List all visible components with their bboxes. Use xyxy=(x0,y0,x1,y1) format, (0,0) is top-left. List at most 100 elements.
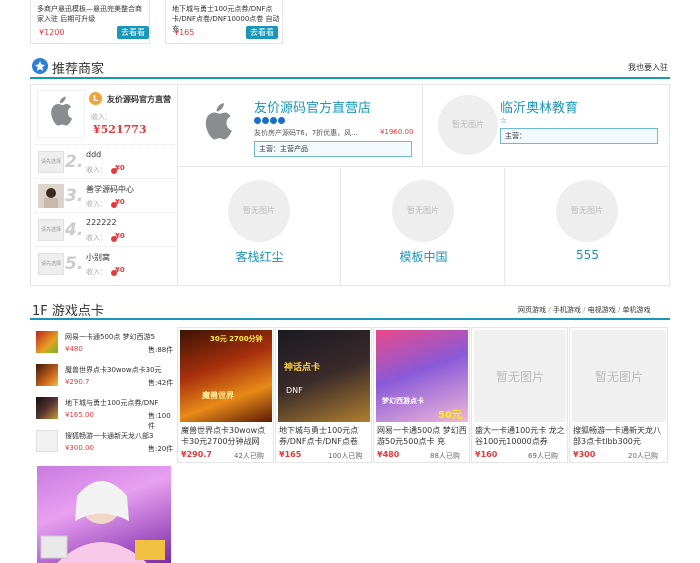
item-price: ¥300.00 xyxy=(65,444,94,452)
shop-income: ¥0 xyxy=(115,164,125,172)
apple-logo xyxy=(205,103,232,140)
rating-stars xyxy=(254,117,286,127)
shop-card[interactable]: 暂无图片 模板中国 xyxy=(342,168,505,285)
top-card-price: ¥1200 xyxy=(39,28,65,37)
shop-name: 善学源码中心 xyxy=(86,185,134,194)
rank-number: 5. xyxy=(65,254,84,274)
item-thumb xyxy=(36,331,58,353)
list-item[interactable]: 3. 善学源码中心 收入： ¥0 xyxy=(35,178,175,212)
product-image: 梦幻西游点卡 50元 xyxy=(376,330,468,422)
product-buyers: 100人已购 xyxy=(328,452,363,460)
linyi-shop[interactable]: 暂无图片 临沂奥林教育 ☆ 主营： xyxy=(424,85,669,167)
view-button[interactable]: 去看看 xyxy=(246,26,278,39)
floor-list: 网易一卡通500点 梦幻西游5 ¥480 售:88件 魔兽世界点卡30wow点卡… xyxy=(32,326,174,458)
link-pc-games[interactable]: 单机游戏 xyxy=(622,306,650,314)
list-item[interactable]: 网易一卡通500点 梦幻西游5 ¥480 售:88件 xyxy=(32,326,174,359)
income-label: 收入： xyxy=(86,200,107,208)
rank-number: 4. xyxy=(65,220,84,240)
list-item[interactable]: 请先选择 4. 222222 收入： ¥0 xyxy=(35,212,175,246)
shop-name[interactable]: 555 xyxy=(506,248,669,262)
product-image: 神话点卡 DNF xyxy=(278,330,370,422)
product-price: ¥165 xyxy=(279,450,302,459)
featured-price: ¥1960.00 xyxy=(380,128,414,136)
product-image-caption: 30元 2700分钟 xyxy=(210,335,263,343)
product-card[interactable]: 梦幻西游点卡 50元 网易一卡通500点 梦幻西游50元500点卡 充 ¥480… xyxy=(373,327,470,463)
top-card-1[interactable]: 多商户悬迅模板—悬迅完美整合商家入驻 后期可升级 ¥1200 去看看 xyxy=(30,0,150,44)
shop-income: ¥0 xyxy=(115,266,125,274)
featured-main: 主营：主营产品 xyxy=(254,141,412,157)
recommend-icon xyxy=(32,58,48,74)
floor-divider xyxy=(30,318,670,320)
product-price: ¥290.7 xyxy=(181,450,212,459)
product-title: 魔兽世界点卡30wow点卡30元2700分钟战网 xyxy=(181,426,266,446)
shop-nophoto: 暂无图片 xyxy=(556,180,618,242)
item-thumb xyxy=(36,430,58,452)
product-title: 网易一卡通500点 梦幻西游50元500点卡 充 xyxy=(377,426,467,446)
recommend-title: 推荐商家 xyxy=(52,62,105,77)
income-label: 收入： xyxy=(86,166,107,174)
list-item[interactable]: 请先选择 5. 小别窝 收入： ¥0 xyxy=(35,246,175,280)
featured-shop[interactable]: 友价源码官方直营店 友价房产源码T6，7折优惠，风... ¥1960.00 主营… xyxy=(178,85,423,167)
join-link[interactable]: 我也要入驻 xyxy=(628,62,668,73)
top-shop-name: 友价源码官方直营 xyxy=(107,95,171,104)
item-thumb xyxy=(36,364,58,386)
rank-number: 3. xyxy=(65,186,84,206)
link-tv-games[interactable]: 电视游戏 xyxy=(588,306,616,314)
shop-card[interactable]: 暂无图片 555 xyxy=(506,168,669,285)
linyi-main: 主营： xyxy=(500,128,658,144)
income-label: 收入： xyxy=(86,268,107,276)
shop-name: 小别窝 xyxy=(86,253,110,262)
product-buyers: 42人已购 xyxy=(234,452,264,460)
product-buyers: 69人已购 xyxy=(528,452,558,460)
top-card-price: ¥165 xyxy=(174,28,195,37)
shop-nophoto: 暂无图片 xyxy=(392,180,454,242)
shop-card[interactable]: 暂无图片 客栈红尘 xyxy=(178,168,341,285)
top-shop-income: ¥521773 xyxy=(93,123,147,136)
link-mobile-games[interactable]: 手机游戏 xyxy=(553,306,581,314)
shop-logo: 请先选择 xyxy=(38,219,64,241)
product-title: 地下城与勇士100元点券/DNF点卡/DNF点卷 xyxy=(279,426,359,446)
item-price: ¥290.7 xyxy=(65,378,90,386)
featured-desc: 友价房产源码T6，7折优惠，风... xyxy=(254,129,358,137)
shop-photo xyxy=(38,184,64,208)
product-image-caption: 50元 xyxy=(438,410,462,421)
floor-title: 1F 游戏点卡 xyxy=(32,304,104,319)
top-card-2[interactable]: 地下城与勇士100元点券/DNF点卡/DNF点卷/DNF10000点卷 自动充 … xyxy=(165,0,283,44)
product-image-text: 神话点卡 xyxy=(284,363,321,373)
shop-name[interactable]: 客栈红尘 xyxy=(178,248,341,265)
product-card[interactable]: 暂无图片 盛大一卡通100元卡 龙之谷100元10000点券 ¥160 69人已… xyxy=(471,327,568,463)
product-card[interactable]: 暂无图片 搜狐畅游一卡通新天龙八部3点卡tlbb300元 ¥300 20人已购 xyxy=(569,327,668,463)
income-label: 收入： xyxy=(91,113,112,121)
floor-banner[interactable] xyxy=(37,466,171,563)
featured-shop-name[interactable]: 友价源码官方直营店 xyxy=(254,97,371,116)
shop-nophoto: 暂无图片 xyxy=(228,180,290,242)
shop-logo: 请先选择 xyxy=(38,151,64,173)
item-price: ¥480 xyxy=(65,345,83,353)
list-item[interactable]: 请先选择 2. ddd 收入： ¥0 xyxy=(35,144,175,178)
top-shop[interactable]: L 友价源码官方直营 收入： ¥521773 xyxy=(35,88,175,140)
banner-figure xyxy=(40,481,165,563)
linyi-shop-name[interactable]: 临沂奥林教育 xyxy=(500,97,578,116)
income-label: 收入： xyxy=(86,234,107,242)
level-badge: L xyxy=(89,92,102,105)
rank-number: 2. xyxy=(65,152,84,172)
product-price: ¥300 xyxy=(573,450,596,459)
product-card[interactable]: 30元 2700分钟 魔兽世界 魔兽世界点卡30wow点卡30元2700分钟战网… xyxy=(177,327,274,463)
product-card[interactable]: 神话点卡 DNF 地下城与勇士100元点券/DNF点卡/DNF点卷 ¥165 1… xyxy=(275,327,372,463)
item-name: 网易一卡通500点 梦幻西游5 xyxy=(65,333,156,341)
product-title: 盛大一卡通100元卡 龙之谷100元10000点券 xyxy=(475,426,565,446)
product-title: 搜狐畅游一卡通新天龙八部3点卡tlbb300元 xyxy=(573,426,661,446)
shop-name[interactable]: 模板中国 xyxy=(342,248,505,265)
product-image-caption: DNF xyxy=(286,386,303,395)
shop-income: ¥0 xyxy=(115,232,125,240)
view-button[interactable]: 去看看 xyxy=(117,26,149,39)
link-web-games[interactable]: 网页游戏 xyxy=(518,306,546,314)
product-image-text: 梦幻西游点卡 xyxy=(382,397,424,405)
list-item[interactable]: 魔兽世界点卡30wow点卡30元 ¥290.7 售:42件 xyxy=(32,359,174,392)
top-card-desc: 多商户悬迅模板—悬迅完美整合商家入驻 后期可升级 xyxy=(37,5,142,23)
list-item[interactable]: 地下城与勇士100元点券/DNF ¥165.00 售:100件 xyxy=(32,392,174,430)
list-item[interactable]: 搜狐畅游一卡通新天龙八部3 ¥300.00 售:20件 xyxy=(32,425,174,458)
product-image: 30元 2700分钟 魔兽世界 xyxy=(180,330,272,422)
item-sales: 售:88件 xyxy=(148,346,174,354)
shop-income: ¥0 xyxy=(115,198,125,206)
